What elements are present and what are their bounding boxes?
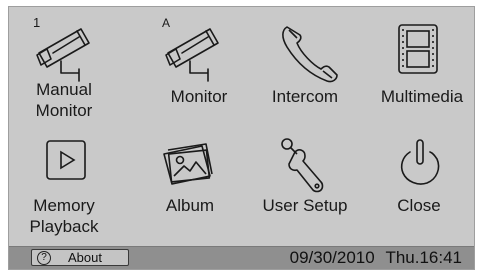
manual-monitor-button[interactable]: 1 Manual Monitor: [9, 7, 124, 127]
about-button[interactable]: ? About: [31, 249, 129, 266]
monitor-label: Monitor: [170, 87, 228, 106]
camera-badge-1: 1: [33, 15, 40, 30]
help-circle-icon: ?: [37, 251, 51, 265]
phone-handset-icon: [282, 26, 338, 83]
time-text: Thu.16:41: [385, 248, 462, 267]
wrench-icon: [281, 138, 324, 193]
manual-monitor-label: Manual Monitor: [35, 80, 93, 120]
photos-icon: [163, 143, 213, 185]
intercom-label: Intercom: [271, 87, 339, 106]
multimedia-button[interactable]: Multimedia: [364, 7, 474, 117]
film-icon: [398, 24, 438, 74]
datetime-display: 09/30/2010 Thu.16:41: [290, 248, 462, 268]
about-label: About: [68, 250, 102, 265]
main-menu-panel: 1 Manual Monitor A Monitor Intercom Mult…: [8, 6, 475, 270]
screen: 1 Manual Monitor A Monitor Intercom Mult…: [0, 0, 484, 273]
security-camera-icon: 1: [33, 15, 90, 82]
memory-playback-button[interactable]: Memory Playback: [9, 132, 124, 247]
close-label: Close: [397, 196, 441, 215]
date-text: 09/30/2010: [289, 248, 375, 267]
security-camera-auto-icon: A: [162, 16, 219, 82]
status-bar: ? About 09/30/2010 Thu.16:41: [9, 246, 474, 269]
album-label: Album: [165, 196, 215, 215]
power-icon: [400, 139, 440, 185]
user-setup-label: User Setup: [262, 196, 348, 215]
album-button[interactable]: Album: [124, 132, 239, 242]
close-button[interactable]: Close: [364, 132, 474, 242]
intercom-button[interactable]: Intercom: [249, 7, 359, 117]
user-setup-button[interactable]: User Setup: [249, 132, 364, 242]
play-icon: [46, 140, 86, 180]
camera-badge-a: A: [162, 16, 170, 30]
monitor-button[interactable]: A Monitor: [124, 7, 239, 117]
memory-playback-label: Memory Playback: [29, 196, 99, 236]
multimedia-label: Multimedia: [380, 87, 464, 106]
